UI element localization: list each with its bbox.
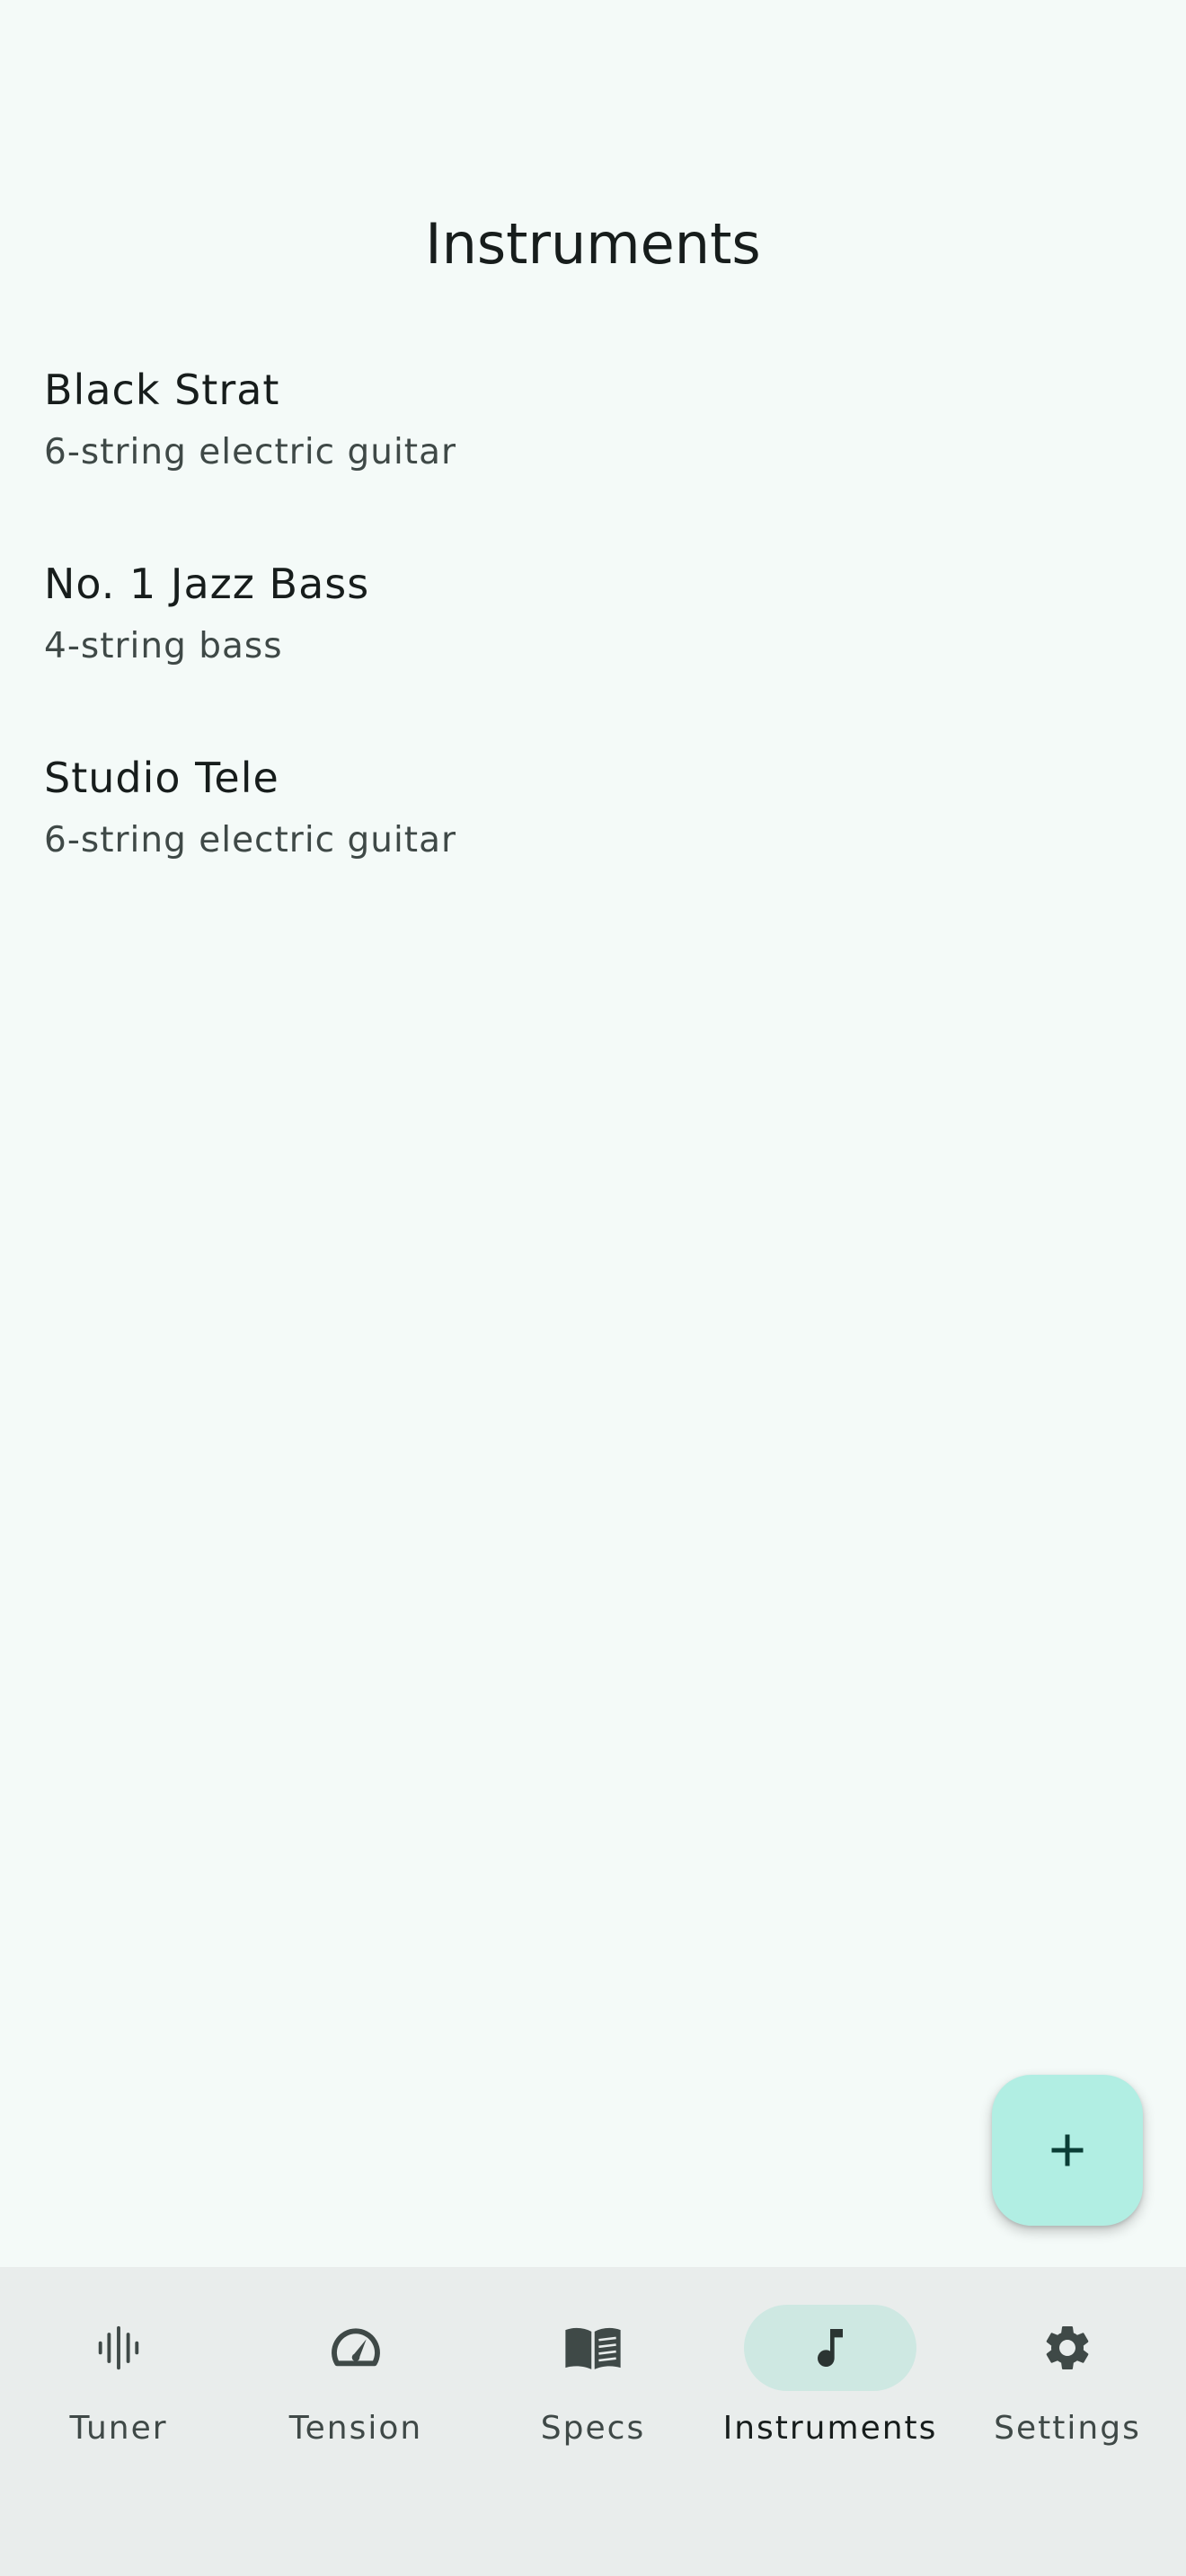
add-instrument-button[interactable] xyxy=(992,2075,1143,2226)
gauge-icon xyxy=(332,2328,380,2367)
nav-item-tension[interactable]: Tension xyxy=(237,2305,474,2466)
nav-label: Tension xyxy=(288,2410,423,2447)
instrument-type: 4-string bass xyxy=(44,626,283,666)
waveform-icon xyxy=(98,2325,139,2370)
instrument-name: Studio Tele xyxy=(44,754,279,802)
gear-icon xyxy=(1046,2326,1089,2369)
nav-item-instruments[interactable]: Instruments xyxy=(712,2305,949,2466)
nav-pill xyxy=(981,2305,1154,2391)
book-icon xyxy=(565,2327,621,2369)
page-title: Instruments xyxy=(425,211,761,277)
nav-label: Settings xyxy=(994,2410,1141,2447)
nav-pill xyxy=(270,2305,442,2391)
list-item[interactable]: Studio Tele 6-string electric guitar xyxy=(0,738,1186,932)
instrument-list: Black Strat 6-string electric guitar No.… xyxy=(0,350,1186,932)
nav-item-settings[interactable]: Settings xyxy=(949,2305,1186,2466)
nav-pill-active xyxy=(744,2305,916,2391)
nav-label: Specs xyxy=(540,2410,646,2447)
music-note-icon xyxy=(818,2329,843,2368)
instrument-name: Black Strat xyxy=(44,366,280,414)
nav-pill xyxy=(32,2305,205,2391)
nav-item-specs[interactable]: Specs xyxy=(474,2305,712,2466)
nav-item-tuner[interactable]: Tuner xyxy=(0,2305,237,2466)
plus-icon xyxy=(1051,2134,1084,2166)
instrument-name: No. 1 Jazz Bass xyxy=(44,560,370,608)
list-item[interactable]: No. 1 Jazz Bass 4-string bass xyxy=(0,544,1186,738)
nav-pill xyxy=(507,2305,679,2391)
list-item[interactable]: Black Strat 6-string electric guitar xyxy=(0,350,1186,544)
nav-label: Tuner xyxy=(69,2410,168,2447)
instrument-type: 6-string electric guitar xyxy=(44,820,457,860)
bottom-navigation: Tuner Tension Specs Instruments Settings xyxy=(0,2267,1186,2576)
nav-label: Instruments xyxy=(722,2410,938,2447)
instrument-type: 6-string electric guitar xyxy=(44,432,457,472)
